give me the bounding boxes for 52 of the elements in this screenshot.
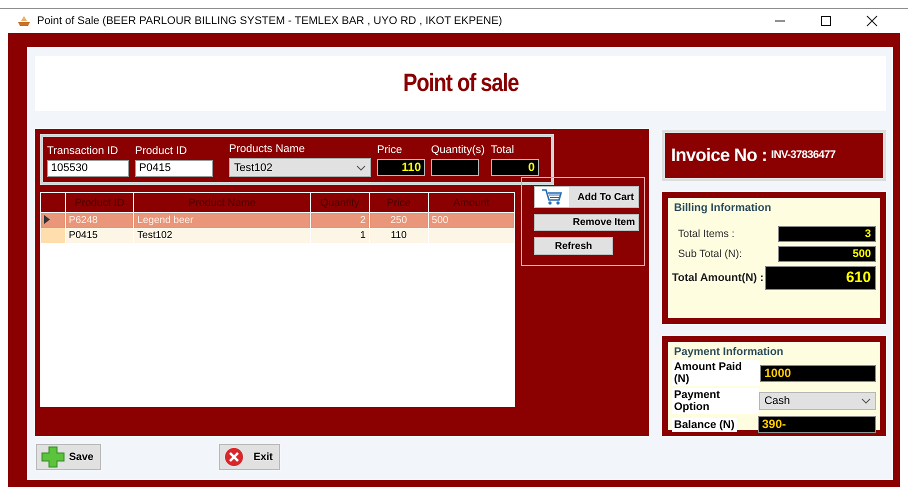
field-label: Price [377,144,404,156]
product-dropdown[interactable]: Test102 [229,158,371,177]
payment-dropdown[interactable]: Cash [759,392,876,410]
field-label: Product ID [135,145,188,157]
group-title: Billing Information [674,202,772,214]
table-cell: 500 [432,215,448,226]
add-to-cart-button[interactable]: Add To Cart [534,186,639,208]
table-cell: P6248 [68,215,98,226]
close-circle-icon [224,447,244,467]
payment-label: Balance (N) [672,418,737,432]
remove-item-button[interactable]: Remove Item [534,214,639,231]
field-label: Transaction ID [47,145,120,157]
page-title: Point of sale [402,69,518,98]
value-display [431,159,479,176]
field-label: Products Name [229,143,306,155]
amount-display: 500 [778,246,876,262]
table-cell: 110 [390,230,407,241]
table-cell: 2 [360,215,366,226]
billing-label: Total Items : [677,228,735,240]
invoice-label: Invoice No : [671,144,768,166]
value-display: 0 [490,159,539,176]
window-title: Point of Sale (BEER PARLOUR BILLING SYSTEM - TEMLEX BAR , UYO RD , IKOT EKPENE) [37,15,504,27]
payment-label: Amount Paid (N) [672,360,760,386]
text-field[interactable]: 105530 [47,160,129,177]
maximize-icon[interactable] [820,15,832,27]
field-label: Total [490,144,516,156]
row-pointer-icon [44,214,50,224]
billing-label: Total Amount(N) : [672,272,764,284]
refresh-button[interactable]: Refresh [534,237,613,255]
field-label: Quantity(s) [431,144,485,156]
table-cell: 250 [390,215,408,226]
plus-icon [41,446,65,468]
value-display: 110 [377,159,425,176]
table-cell: P0415 [68,230,98,241]
cart-icon [541,188,563,206]
table-row[interactable]: P0415 Test102 1 110 [40,228,514,243]
payment-label: Payment Option [672,388,760,414]
billing-label: Sub Total (N): [677,248,742,260]
group-title: Payment Information [674,346,784,358]
amount-field[interactable]: 390- [758,416,876,433]
close-icon[interactable] [866,15,878,27]
amount-display: 610 [765,266,876,290]
app-icon [17,15,31,27]
save-button[interactable]: Save [36,444,101,470]
text-field[interactable]: P0415 [135,160,213,177]
table-cell: Legend beer [137,215,194,226]
amount-field[interactable]: 1000 [760,364,876,382]
exit-button[interactable]: Exit [218,444,280,470]
invoice-number: INV-37836477 [771,149,836,162]
table-cell: Test102 [137,230,172,241]
amount-display: 3 [778,226,876,242]
table-cell: 1 [360,230,366,241]
